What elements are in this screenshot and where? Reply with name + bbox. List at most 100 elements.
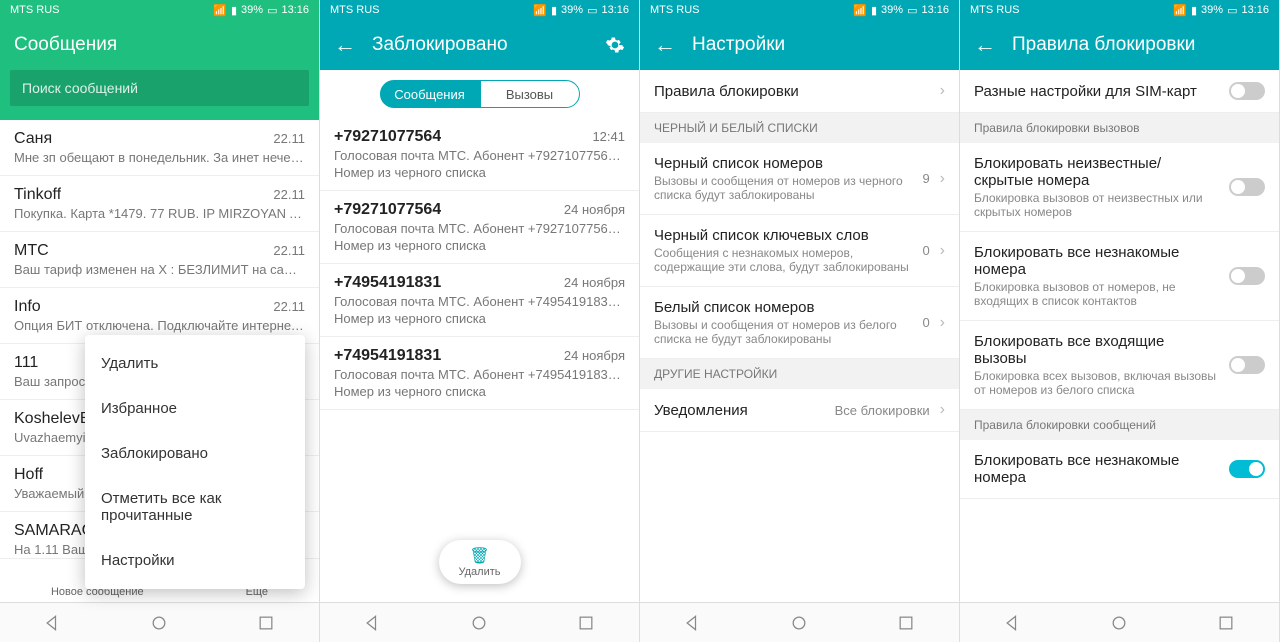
page-title: Сообщения: [14, 34, 305, 56]
system-nav: [0, 602, 319, 642]
setting-blacklist-words[interactable]: Черный список ключевых словСообщения с н…: [640, 215, 959, 287]
tab-bar: Сообщения Вызовы: [320, 70, 639, 118]
section-header: ДРУГИЕ НАСТРОЙКИ: [640, 359, 959, 389]
setting-block-unfamiliar[interactable]: Блокировать все незнакомые номераБлокиро…: [960, 232, 1279, 321]
nav-back-icon[interactable]: [363, 613, 383, 633]
page-title: Правила блокировки: [1012, 34, 1265, 56]
setting-block-unknown[interactable]: Блокировать неизвестные/скрытые номераБл…: [960, 143, 1279, 232]
signal-icon: ▮: [551, 4, 557, 17]
setting-blacklist-numbers[interactable]: Черный список номеровВызовы и сообщения …: [640, 143, 959, 215]
message-row[interactable]: МТС22.11Ваш тариф изменен на X : БЕЗЛИМИ…: [0, 232, 319, 288]
tab-calls[interactable]: Вызовы: [480, 80, 580, 108]
settings-list: Правила блокировки › ЧЕРНЫЙ И БЕЛЫЙ СПИС…: [640, 70, 959, 602]
screen-blocked: MTS RUS 📶▮39%▭13:16 ← Заблокировано Сооб…: [320, 0, 640, 642]
nav-home-icon[interactable]: [1109, 613, 1129, 633]
search-placeholder: Поиск сообщений: [22, 80, 138, 96]
back-icon[interactable]: ←: [654, 32, 676, 58]
status-icons: 📶 ▮ 39% ▭ 13:16: [213, 4, 309, 17]
blocked-row[interactable]: +7927107756424 ноябряГолосовая почта МТС…: [320, 191, 639, 264]
nav-recent-icon[interactable]: [1216, 613, 1236, 633]
carrier-label: MTS RUS: [10, 4, 60, 16]
message-row[interactable]: Tinkoff22.11Покупка. Карта *1479. 77 RUB…: [0, 176, 319, 232]
menu-markread[interactable]: Отметить все как прочитанные: [85, 476, 305, 538]
blocked-row[interactable]: +7495419183124 ноябряГолосовая почта МТС…: [320, 264, 639, 337]
back-icon[interactable]: ←: [334, 32, 356, 58]
chevron-right-icon: ›: [940, 401, 945, 419]
blocked-row[interactable]: +7495419183124 ноябряГолосовая почта МТС…: [320, 337, 639, 410]
page-title: Настройки: [692, 34, 945, 56]
status-bar: MTS RUS 📶▮39%▭13:16: [960, 0, 1279, 20]
battery-label: 39%: [241, 4, 263, 16]
toggle-switch[interactable]: [1229, 356, 1265, 374]
nav-home-icon[interactable]: [789, 613, 809, 633]
battery-icon: ▭: [267, 4, 277, 17]
chevron-right-icon: ›: [940, 242, 945, 260]
toggle-switch[interactable]: [1229, 460, 1265, 478]
wifi-icon: 📶: [533, 4, 547, 17]
menu-delete[interactable]: Удалить: [85, 341, 305, 386]
screen-block-rules: MTS RUS 📶▮39%▭13:16 ← Правила блокировки…: [960, 0, 1280, 642]
chevron-right-icon: ›: [940, 314, 945, 332]
wifi-icon: 📶: [853, 4, 867, 17]
nav-back-icon[interactable]: [683, 613, 703, 633]
nav-home-icon[interactable]: [469, 613, 489, 633]
page-title: Заблокировано: [372, 34, 589, 56]
signal-icon: ▮: [1191, 4, 1197, 17]
back-icon[interactable]: ←: [974, 32, 996, 58]
app-header: ← Заблокировано: [320, 20, 639, 70]
tab-messages[interactable]: Сообщения: [380, 80, 480, 108]
gear-icon[interactable]: [605, 35, 625, 55]
nav-home-icon[interactable]: [149, 613, 169, 633]
screen-settings: MTS RUS 📶▮39%▭13:16 ← Настройки Правила …: [640, 0, 960, 642]
carrier-label: MTS RUS: [330, 4, 380, 16]
app-header: ← Настройки: [640, 20, 959, 70]
section-header: ЧЕРНЫЙ И БЕЛЫЙ СПИСКИ: [640, 113, 959, 143]
wifi-icon: 📶: [213, 4, 227, 17]
wifi-icon: 📶: [1173, 4, 1187, 17]
app-header: ← Правила блокировки: [960, 20, 1279, 70]
nav-back-icon[interactable]: [43, 613, 63, 633]
nav-recent-icon[interactable]: [576, 613, 596, 633]
battery-icon: ▭: [587, 4, 597, 17]
status-bar: MTS RUS 📶 ▮ 39% ▭ 13:16: [0, 0, 319, 20]
toggle-switch[interactable]: [1229, 178, 1265, 196]
nav-recent-icon[interactable]: [256, 613, 276, 633]
blocked-list: +7927107756412:41Голосовая почта МТС. Аб…: [320, 118, 639, 602]
setting-notifications[interactable]: Уведомления Все блокировки›: [640, 389, 959, 432]
signal-icon: ▮: [871, 4, 877, 17]
toggle-switch[interactable]: [1229, 82, 1265, 100]
setting-block-all-calls[interactable]: Блокировать все входящие вызовыБлокировк…: [960, 321, 1279, 410]
clock-label: 13:16: [281, 4, 309, 16]
menu-blocked[interactable]: Заблокировано: [85, 431, 305, 476]
menu-fav[interactable]: Избранное: [85, 386, 305, 431]
rules-list: Разные настройки для SIM-карт Правила бл…: [960, 70, 1279, 602]
signal-icon: ▮: [231, 4, 237, 17]
setting-sim-separate[interactable]: Разные настройки для SIM-карт: [960, 70, 1279, 113]
setting-rules[interactable]: Правила блокировки ›: [640, 70, 959, 113]
blocked-row[interactable]: +7927107756412:41Голосовая почта МТС. Аб…: [320, 118, 639, 191]
toggle-switch[interactable]: [1229, 267, 1265, 285]
setting-block-unfamiliar-msgs[interactable]: Блокировать все незнакомые номера: [960, 440, 1279, 499]
chevron-right-icon: ›: [940, 170, 945, 188]
screen-messages: MTS RUS 📶 ▮ 39% ▭ 13:16 Сообщения Поиск …: [0, 0, 320, 642]
status-bar: MTS RUS 📶▮39%▭13:16: [320, 0, 639, 20]
system-nav: [320, 602, 639, 642]
setting-whitelist-numbers[interactable]: Белый список номеровВызовы и сообщения о…: [640, 287, 959, 359]
trash-icon: 🗑: [469, 546, 489, 566]
nav-recent-icon[interactable]: [896, 613, 916, 633]
section-header: Правила блокировки сообщений: [960, 410, 1279, 440]
chevron-right-icon: ›: [940, 82, 945, 100]
delete-button[interactable]: 🗑 Удалить: [439, 540, 521, 584]
menu-settings[interactable]: Настройки: [85, 538, 305, 583]
battery-icon: ▭: [1227, 4, 1237, 17]
system-nav: [640, 602, 959, 642]
app-header: Сообщения: [0, 20, 319, 70]
system-nav: [960, 602, 1279, 642]
battery-icon: ▭: [907, 4, 917, 17]
search-input[interactable]: Поиск сообщений: [10, 70, 309, 106]
nav-back-icon[interactable]: [1003, 613, 1023, 633]
context-menu: Удалить Избранное Заблокировано Отметить…: [85, 335, 305, 589]
message-row[interactable]: Саня22.11Мне зп обещают в понедельник. З…: [0, 120, 319, 176]
section-header: Правила блокировки вызовов: [960, 113, 1279, 143]
status-bar: MTS RUS 📶▮39%▭13:16: [640, 0, 959, 20]
